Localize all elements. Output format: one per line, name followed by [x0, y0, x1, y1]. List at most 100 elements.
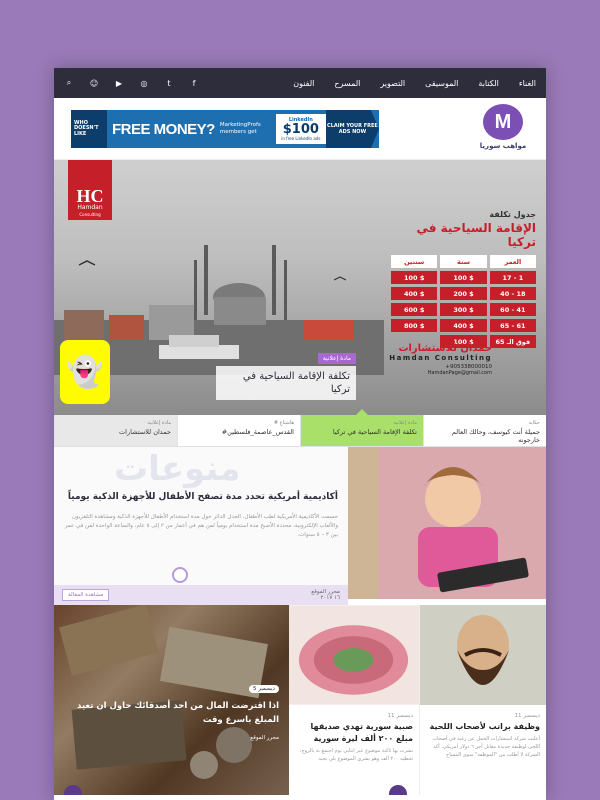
menu-item-writing[interactable]: الكتابة [478, 79, 498, 88]
slider-tab[interactable]: مادة إعلانية حمدان للاستشارات [54, 415, 177, 446]
tab-category: مادة إعلانية [147, 420, 171, 426]
snapchat-qr-icon: 👻 [60, 340, 110, 404]
tab-category: مادة إعلانية [393, 420, 417, 426]
hamdan-logo-name: Hamdan [77, 204, 103, 212]
hero-brand-block: حمدان للاستشارات Hamdan Consulting +9053… [389, 343, 492, 376]
post-body: ديسمبر 11 صبية سورية تهدي صديقها مبلغ ٢٠… [289, 709, 419, 767]
pricing-header-two-years: سنتين [391, 255, 438, 268]
pricing-cell: $ 300 [440, 303, 487, 316]
facebook-icon[interactable]: f [189, 79, 199, 88]
ad-amount: $100 [282, 122, 319, 137]
pricing-subheading: الإقامة السياحية في تركيا [416, 221, 536, 249]
search-icon[interactable]: ⌕ [64, 78, 74, 88]
menu-item-music[interactable]: الموسيقى [425, 79, 458, 88]
ad-linkedin-badge: LinkedIn $100 in free LinkedIn ads [275, 114, 326, 144]
logo-m-icon: M [483, 104, 523, 140]
slider-tab[interactable]: هاشتاغ # القدس_عاصمة_فلسطين# [177, 415, 300, 446]
menu-item-photography[interactable]: التصوير [380, 79, 405, 88]
ad-cta: CLAIM YOUR FREE ADS NOW [325, 110, 379, 148]
post-title[interactable]: اذا اقترضت المال من احد أصدقائك حاول ان … [54, 700, 279, 727]
snapchat-icon[interactable]: ☺ [89, 79, 99, 88]
menu-item-arts[interactable]: الفنون [293, 79, 314, 88]
scroll-indicator [389, 785, 407, 795]
post-card-money[interactable]: ديسمبر 5 اذا اقترضت المال من احد أصدقائك… [54, 605, 289, 795]
ad-marketingprofs: MarketingProfs members get [219, 122, 261, 135]
feature-section: منوعات أكاديمية أمريكية تحدد مدة تصفح ال… [54, 447, 546, 605]
pricing-header-age: العمر [489, 255, 536, 268]
pricing-cell: فوق الـ 65 [489, 335, 536, 348]
read-more-button[interactable]: مشاهدة المقالة [62, 589, 110, 601]
site-logo[interactable]: M مواهب سوريا [472, 104, 534, 156]
pricing-cell: $ 100 [391, 271, 438, 284]
tab-title: تكلفة الإقامة السياحية في تركيا [332, 428, 417, 436]
menu-item-theater[interactable]: المسرح [334, 79, 360, 88]
feature-title[interactable]: أكاديمية أمريكية تحدد مدة تصفح الأطفال ل… [64, 491, 338, 505]
menu-item-singing[interactable]: الغناء [519, 79, 536, 88]
post-date: ديسمبر 11 [514, 713, 540, 719]
pricing-table: جدول تكلفة الإقامة السياحية في تركيا الع… [391, 210, 536, 348]
post-title[interactable]: صبية سورية تهدي صديقها مبلغ ٢٠٠ ألف ليرة… [295, 721, 413, 745]
pricing-heading: جدول تكلفة [489, 210, 536, 219]
tab-title: جميلة أنت كيوسف، وحالك العالم خارجونه [451, 428, 540, 444]
section-watermark: منوعات [114, 449, 241, 489]
post-author[interactable]: محرر الموقع [54, 735, 279, 741]
hamdan-logo-mark: HC [76, 186, 104, 207]
ad-headline: FREE MONEY? [112, 120, 215, 138]
post-excerpt: نشرت بها تاكتة موضوع عبر انتابي يوم اجتم… [299, 748, 413, 762]
hero-title[interactable]: تكلفة الإقامة السياحية في تركيا [216, 366, 356, 400]
post-date: ديسمبر 5 [248, 685, 279, 693]
tab-category: حكاية [528, 420, 540, 426]
hamdan-logo-sub: Consulting [79, 212, 101, 217]
child-tablet-illustration [348, 447, 546, 599]
money-post-text: ديسمبر 5 اذا اقترضت المال من احد أصدقائك… [54, 675, 279, 741]
pricing-header-year: سنة [440, 255, 487, 268]
page-frame: الغناء الكتابة الموسيقى التصوير المسرح ا… [54, 68, 546, 800]
money-flowers-image [289, 605, 419, 705]
brand-email: HamdanPage@gmail.com [427, 370, 492, 376]
child-tablet-image[interactable] [348, 447, 546, 599]
pricing-cell: 41 - 60 [489, 303, 536, 316]
feature-excerpt: حسمت الأكاديمية الأمريكية لطب الأطفال، ا… [64, 513, 338, 539]
youtube-icon[interactable]: ▶ [114, 79, 124, 88]
tab-title: القدس_عاصمة_فلسطين# [221, 428, 294, 436]
hero-caption[interactable]: مادة إعلانية تكلفة الإقامة السياحية في ت… [216, 345, 356, 400]
feature-text: منوعات أكاديمية أمريكية تحدد مدة تصفح ال… [54, 447, 348, 605]
post-body: ديسمبر 11 وظيفة براتب لأصحاب اللحية أعلن… [420, 709, 546, 763]
slider-tab[interactable]: حكاية جميلة أنت كيوسف، وحالك العالم خارج… [423, 415, 546, 446]
feature-author-block: محرر الموقع ١٦ ٢٠١٧ [311, 589, 340, 601]
pricing-cell: 18 - 40 [489, 287, 536, 300]
twitter-icon[interactable]: t [164, 79, 174, 88]
logo-text: مواهب سوريا [479, 142, 527, 150]
slider-tabs: حكاية جميلة أنت كيوسف، وحالك العالم خارج… [54, 409, 546, 447]
pricing-cell: $ 600 [391, 303, 438, 316]
post-date: ديسمبر 11 [387, 713, 413, 719]
post-card-beard[interactable]: ديسمبر 11 وظيفة براتب لأصحاب اللحية أعلن… [420, 605, 546, 795]
post-card-flowers[interactable]: ديسمبر 11 صبية سورية تهدي صديقها مبلغ ٢٠… [289, 605, 420, 795]
instagram-icon[interactable]: ◎ [139, 79, 149, 88]
brand-english: Hamdan Consulting [389, 354, 492, 362]
ad-who-text: WHO DOESN'T LIKE [71, 110, 107, 148]
pricing-cell: $ 200 [440, 287, 487, 300]
post-title[interactable]: وظيفة براتب لأصحاب اللحية [426, 721, 540, 733]
feature-meta-bar: مشاهدة المقالة محرر الموقع ١٦ ٢٠١٧ [54, 585, 348, 605]
pricing-cell: $ 800 [391, 319, 438, 332]
post-excerpt: أعلنت شركة استشارات الحمل عن رغبة في أصح… [432, 736, 540, 758]
posts-grid: ديسمبر 5 اذا اقترضت المال من احد أصدقائك… [54, 605, 546, 795]
hamdan-consulting-logo: HC Hamdan Consulting [68, 160, 112, 220]
pricing-cell: 61 - 65 [489, 319, 536, 332]
social-icons: ⌕ ☺ ▶ ◎ t f [64, 78, 199, 88]
banner-ad[interactable]: WHO DOESN'T LIKE FREE MONEY? MarketingPr… [71, 110, 379, 148]
pricing-cell: $ 400 [391, 287, 438, 300]
feature-date: ١٦ ٢٠١٧ [320, 595, 341, 601]
pricing-cell: 1 - 17 [489, 271, 536, 284]
slider-tab-active[interactable]: مادة إعلانية تكلفة الإقامة السياحية في ت… [300, 409, 423, 446]
tab-category: هاشتاغ # [273, 420, 294, 426]
brand-arabic: حمدان للاستشارات [398, 343, 492, 354]
bearded-man-image [420, 605, 546, 705]
hero-slider[interactable]: HC Hamdan Consulting 👻 جدول تكلفة الإقام… [54, 160, 546, 415]
ad-amount-sub: in free LinkedIn ads [281, 136, 321, 141]
main-menu: الغناء الكتابة الموسيقى التصوير المسرح ا… [293, 79, 536, 88]
tab-title: حمدان للاستشارات [119, 428, 171, 436]
pricing-grid: العمر سنة سنتين 1 - 17 $ 100 $ 100 18 - … [391, 255, 536, 348]
author-avatar [172, 567, 188, 583]
